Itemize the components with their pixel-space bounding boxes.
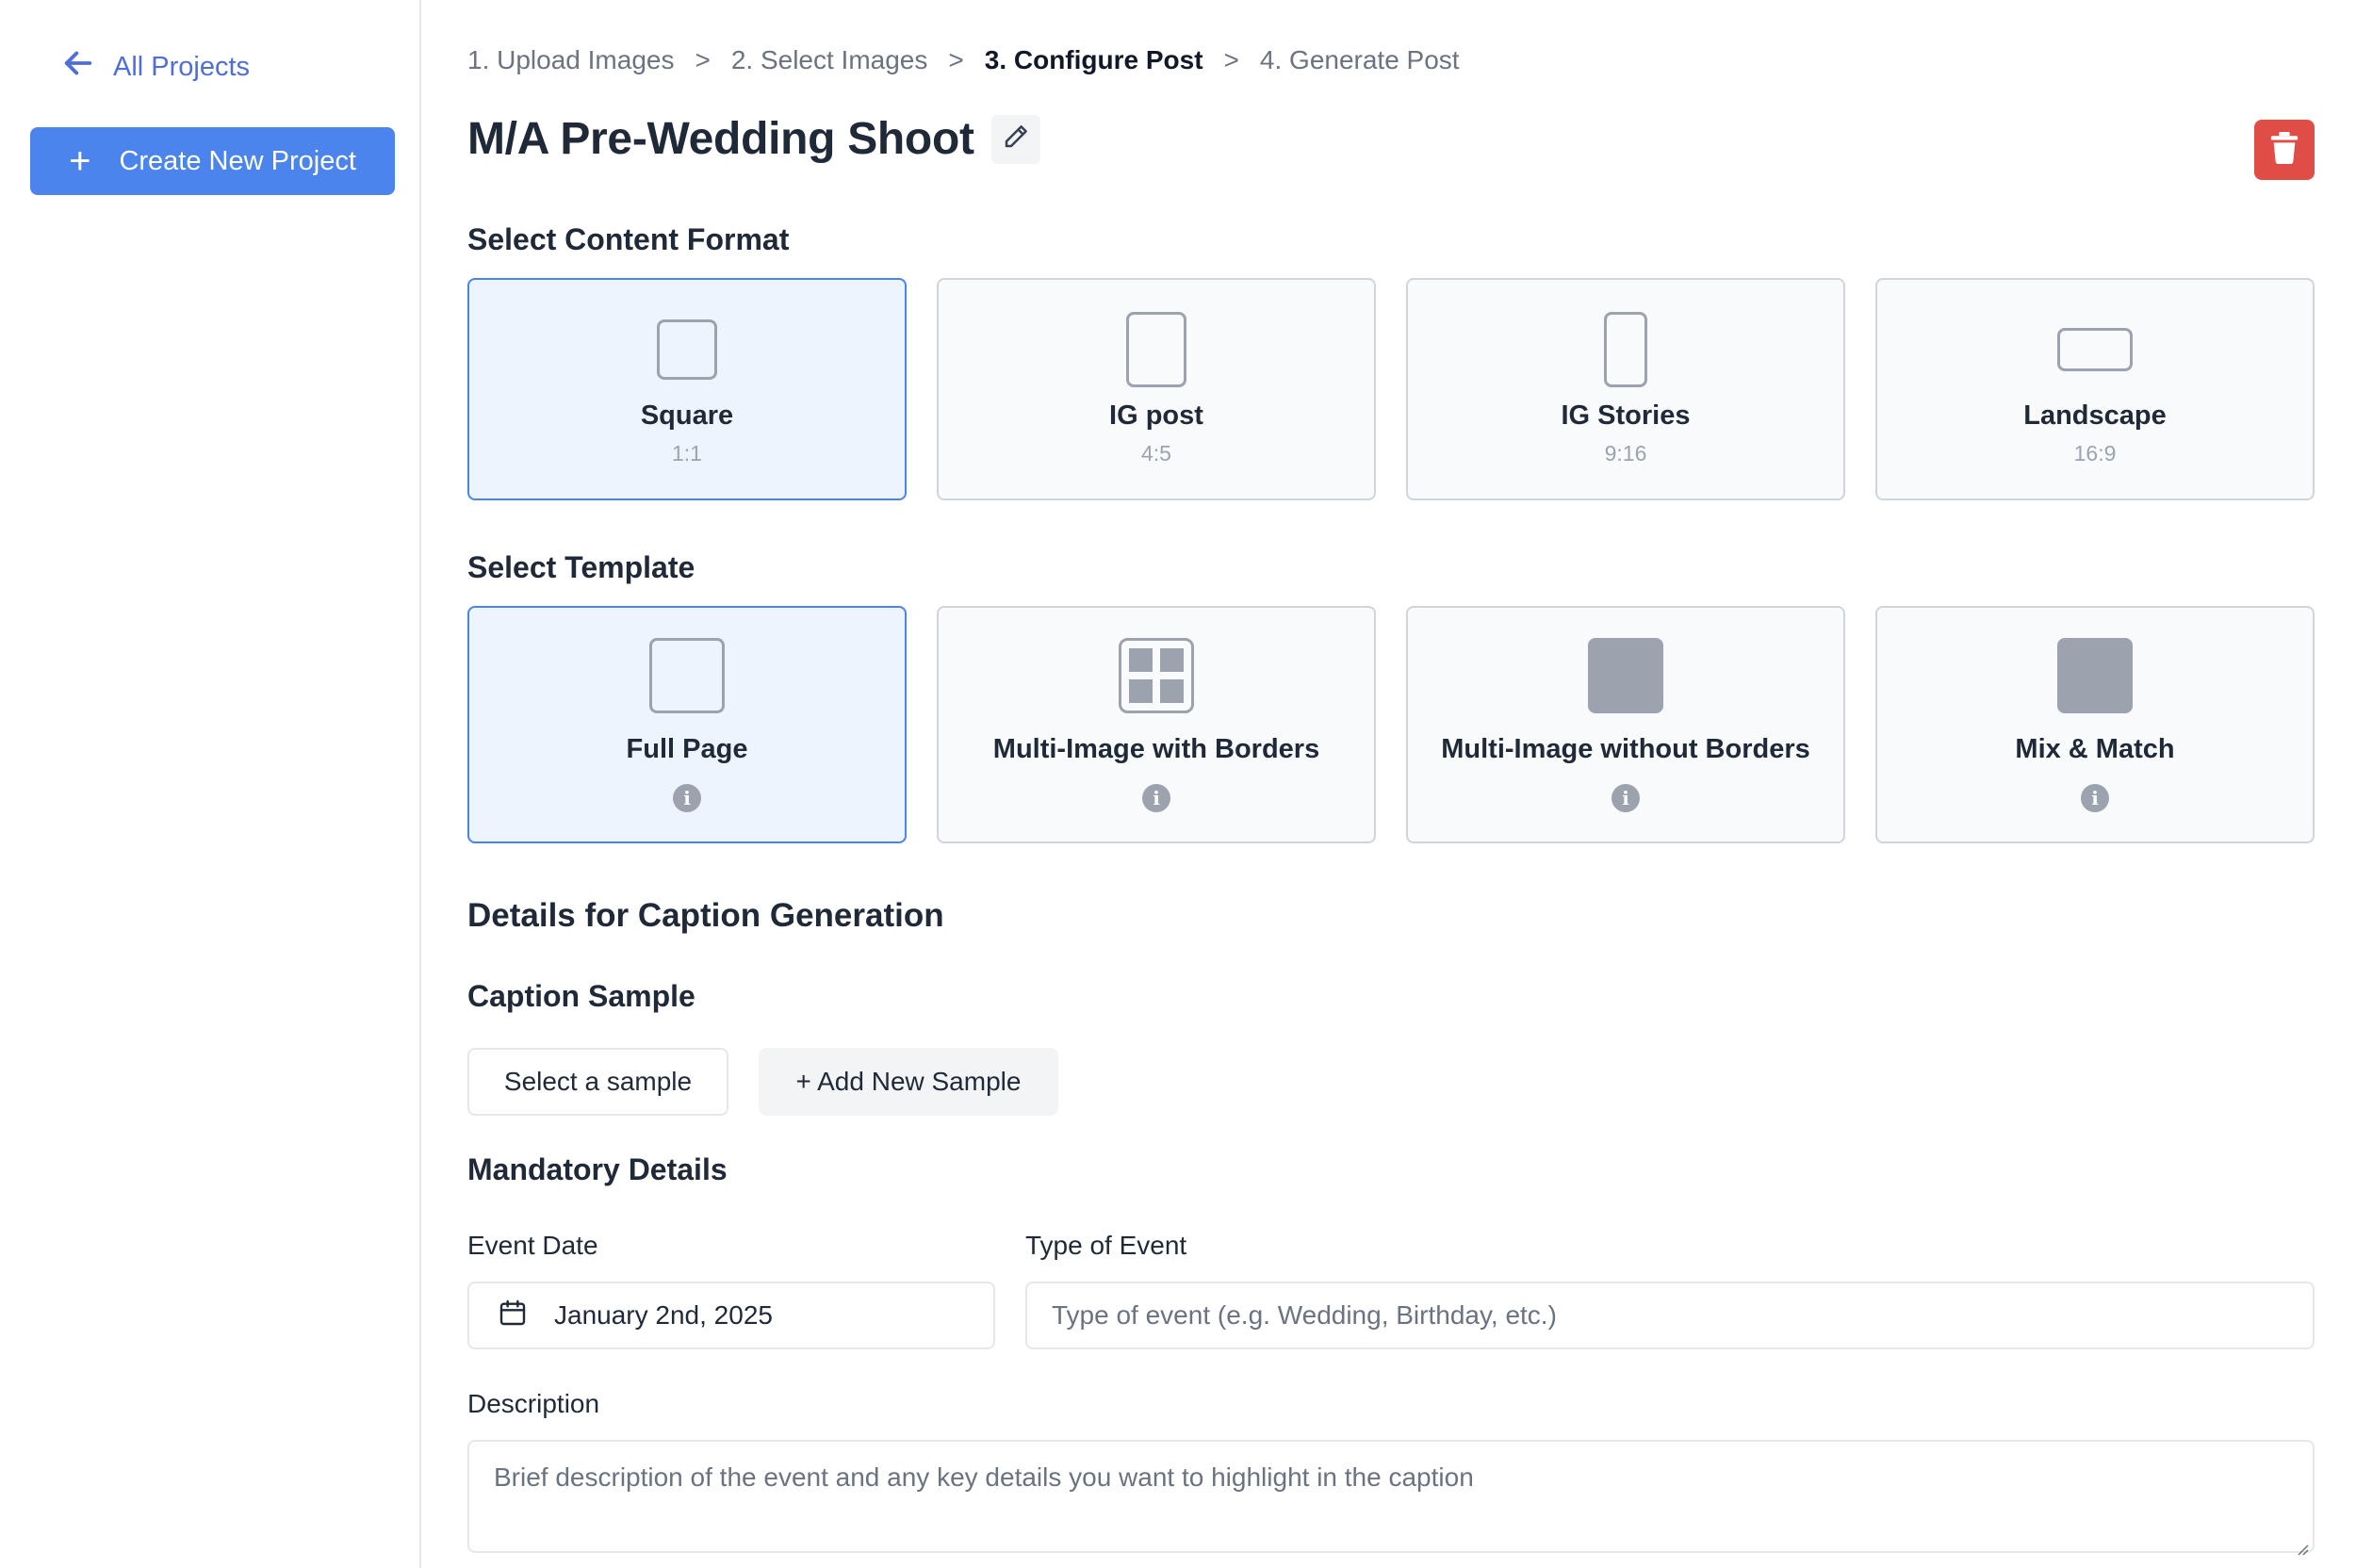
format-name: Landscape: [2023, 400, 2167, 431]
all-projects-label: All Projects: [113, 51, 251, 82]
breadcrumb-step-select[interactable]: 2. Select Images: [731, 45, 928, 75]
caption-generation-heading: Details for Caption Generation: [467, 897, 944, 934]
sidebar: All Projects + Create New Project: [0, 0, 421, 1568]
delete-project-button[interactable]: [2254, 120, 2315, 180]
template-name: Mix & Match: [2015, 734, 2175, 764]
info-icon[interactable]: i: [673, 784, 701, 812]
breadcrumb: 1. Upload Images > 2. Select Images > 3.…: [467, 45, 1460, 75]
grid-template-icon: [1119, 638, 1194, 713]
breadcrumb-step-configure: 3. Configure Post: [984, 45, 1203, 74]
landscape-format-icon: [2057, 328, 2133, 371]
title-row: M/A Pre-Wedding Shoot: [467, 113, 1040, 165]
template-card-multi-no-borders[interactable]: Multi-Image without Borders i: [1406, 606, 1845, 843]
full-page-template-icon: [649, 638, 725, 713]
arrow-left-icon: [58, 43, 98, 90]
all-projects-link[interactable]: All Projects: [58, 43, 250, 90]
create-new-project-button[interactable]: + Create New Project: [30, 127, 395, 195]
event-type-label: Type of Event: [1025, 1231, 1187, 1260]
event-date-value: January 2nd, 2025: [554, 1300, 773, 1330]
format-card-landscape[interactable]: Landscape 16:9: [1875, 278, 2315, 500]
mix-match-template-icon: [2057, 638, 2133, 713]
event-type-input[interactable]: Type of event (e.g. Wedding, Birthday, e…: [1025, 1282, 2315, 1349]
format-card-square[interactable]: Square 1:1: [467, 278, 907, 500]
breadcrumb-separator: >: [695, 45, 711, 74]
format-ratio: 9:16: [1604, 441, 1647, 466]
add-new-sample-button[interactable]: + Add New Sample: [759, 1048, 1058, 1116]
square-format-icon: [657, 319, 717, 380]
info-icon[interactable]: i: [2081, 784, 2109, 812]
breadcrumb-separator: >: [1223, 45, 1239, 74]
format-name: IG post: [1109, 400, 1203, 431]
portrait-format-icon: [1126, 312, 1186, 387]
format-name: IG Stories: [1561, 400, 1691, 431]
event-date-picker[interactable]: January 2nd, 2025: [467, 1282, 995, 1349]
template-label: Select Template: [467, 550, 695, 584]
resize-handle-icon[interactable]: [2294, 1532, 2309, 1556]
event-type-placeholder: Type of event (e.g. Wedding, Birthday, e…: [1052, 1300, 1557, 1330]
app-root: All Projects + Create New Project 1. Upl…: [0, 0, 2356, 1568]
format-ratio: 16:9: [2073, 441, 2117, 466]
caption-sample-label: Caption Sample: [467, 979, 695, 1013]
info-icon[interactable]: i: [1142, 784, 1170, 812]
info-icon[interactable]: i: [1612, 784, 1640, 812]
solid-template-icon: [1588, 638, 1663, 713]
format-ratio: 1:1: [672, 441, 702, 466]
format-card-ig-stories[interactable]: IG Stories 9:16: [1406, 278, 1845, 500]
description-placeholder: Brief description of the event and any k…: [494, 1462, 1474, 1492]
calendar-icon: [498, 1298, 528, 1334]
description-label: Description: [467, 1389, 600, 1418]
template-name: Multi-Image without Borders: [1441, 734, 1810, 764]
template-name: Full Page: [626, 734, 748, 764]
breadcrumb-step-upload[interactable]: 1. Upload Images: [467, 45, 674, 75]
page-title: M/A Pre-Wedding Shoot: [467, 114, 974, 164]
content-format-label: Select Content Format: [467, 222, 790, 256]
template-name: Multi-Image with Borders: [992, 734, 1320, 764]
template-card-mix-match[interactable]: Mix & Match i: [1875, 606, 2315, 843]
format-name: Square: [640, 400, 734, 431]
story-format-icon: [1604, 312, 1647, 387]
main-content: 1. Upload Images > 2. Select Images > 3.…: [467, 0, 2315, 1568]
plus-icon: +: [69, 140, 91, 182]
pencil-icon: [1002, 122, 1030, 155]
format-card-ig-post[interactable]: IG post 4:5: [937, 278, 1376, 500]
event-date-label: Event Date: [467, 1231, 598, 1260]
description-textarea[interactable]: Brief description of the event and any k…: [467, 1440, 2315, 1556]
create-new-project-label: Create New Project: [119, 145, 356, 176]
breadcrumb-separator: >: [948, 45, 964, 74]
template-card-full-page[interactable]: Full Page i: [467, 606, 907, 843]
content-format-options: Square 1:1 IG post 4:5 IG Stories 9:16 L…: [467, 278, 2315, 500]
mandatory-details-heading: Mandatory Details: [467, 1152, 728, 1186]
template-options: Full Page i Multi-Image with Borders i M…: [467, 606, 2315, 843]
select-sample-button[interactable]: Select a sample: [467, 1048, 728, 1116]
template-card-multi-borders[interactable]: Multi-Image with Borders i: [937, 606, 1376, 843]
format-ratio: 4:5: [1141, 441, 1171, 466]
edit-title-button[interactable]: [990, 114, 1040, 164]
breadcrumb-step-generate[interactable]: 4. Generate Post: [1260, 45, 1460, 75]
trash-icon: [2270, 131, 2299, 169]
